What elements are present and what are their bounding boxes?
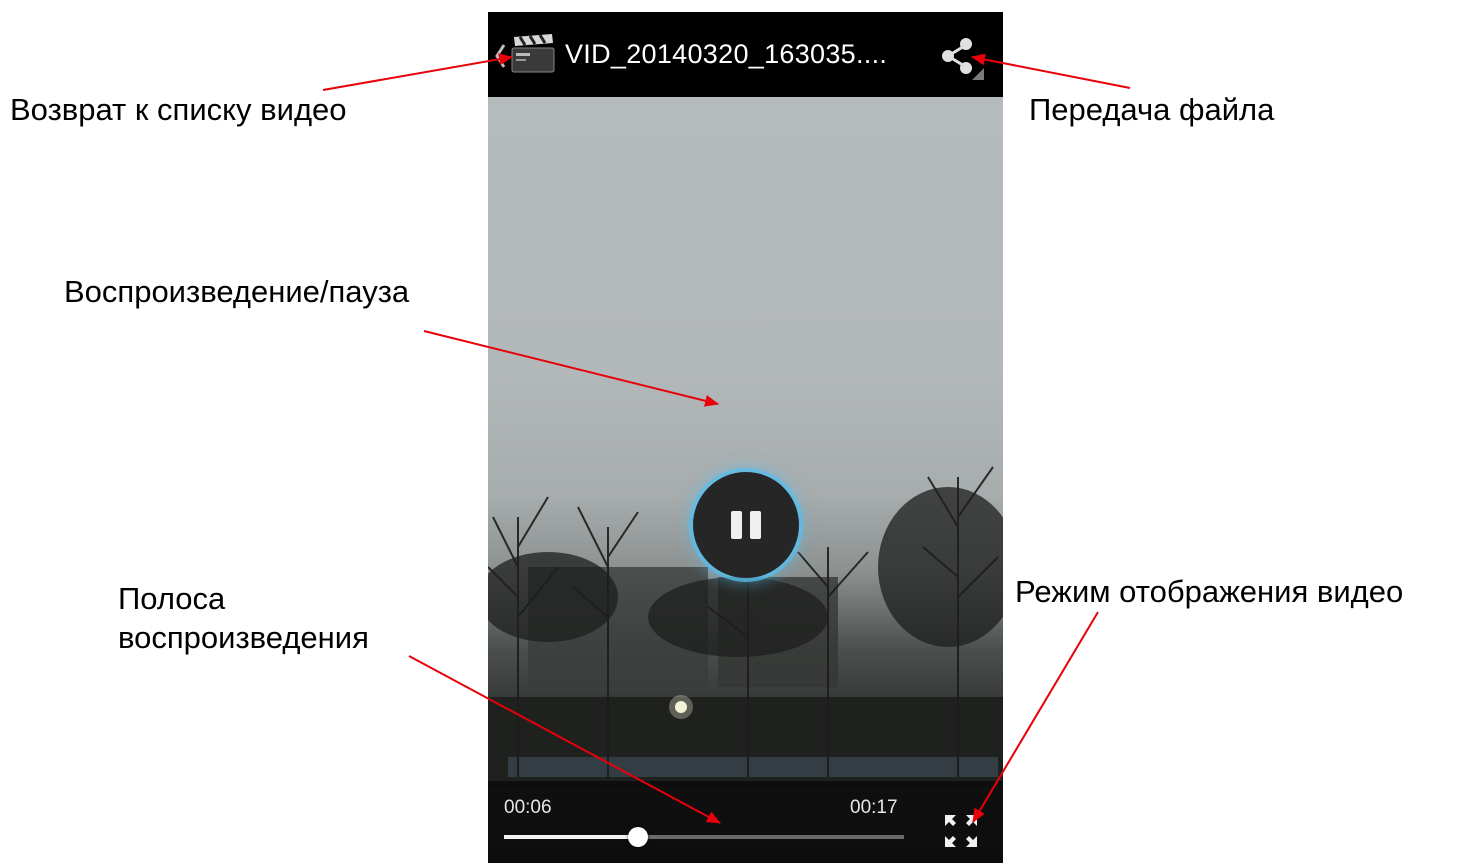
share-icon[interactable] — [936, 34, 986, 84]
video-frame[interactable] — [488, 97, 1003, 863]
play-pause-button[interactable] — [693, 472, 799, 578]
seekbar[interactable] — [504, 827, 904, 847]
seekbar-thumb[interactable] — [628, 827, 648, 847]
video-player-screen: VID_20140320_163035.... 00:06 00:17 — [488, 12, 1003, 863]
callout-back: Возврат к списку видео — [10, 92, 347, 127]
fullscreen-icon[interactable] — [943, 813, 979, 849]
callout-play-pause: Воспроизведение/пауза — [64, 274, 410, 309]
video-title: VID_20140320_163035.... — [565, 39, 888, 69]
arrow-back — [322, 53, 513, 91]
pause-icon — [731, 511, 761, 539]
time-total: 00:17 — [850, 797, 898, 818]
clapperboard-icon[interactable] — [510, 34, 556, 74]
callout-share: Передача файла — [1029, 92, 1275, 127]
callout-display-mode: Режим отображения видео — [1015, 574, 1404, 609]
back-chevron-icon[interactable] — [494, 42, 506, 70]
action-bar: VID_20140320_163035.... — [488, 12, 1003, 97]
playback-controls: 00:06 00:17 — [488, 781, 1003, 863]
callout-seekbar-line2: воспроизведения — [118, 620, 369, 655]
callout-seekbar-line1: Полоса — [118, 581, 226, 616]
seekbar-progress — [504, 835, 638, 839]
time-elapsed: 00:06 — [504, 797, 552, 818]
